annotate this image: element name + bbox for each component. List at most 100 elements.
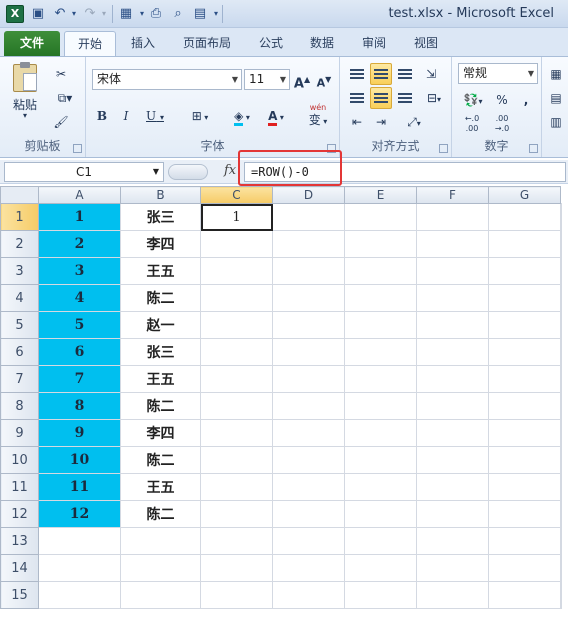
row-header[interactable]: 7 bbox=[0, 365, 39, 393]
cell-e[interactable] bbox=[344, 338, 417, 366]
increase-font-button[interactable]: A▲ bbox=[292, 69, 312, 91]
align-right-button[interactable] bbox=[394, 87, 416, 109]
cell-g[interactable] bbox=[488, 419, 561, 447]
font-color-button[interactable]: A ▾ bbox=[260, 105, 292, 127]
cell-e[interactable] bbox=[344, 311, 417, 339]
cell-e[interactable] bbox=[344, 500, 417, 528]
cell-b[interactable]: 陈二 bbox=[120, 446, 201, 474]
cell-d[interactable] bbox=[272, 203, 345, 231]
cell-e[interactable] bbox=[344, 446, 417, 474]
decrease-indent-button[interactable]: ⇤ bbox=[346, 111, 368, 133]
cell-a[interactable]: 10 bbox=[38, 446, 121, 474]
tab-data[interactable]: 数据 bbox=[305, 31, 339, 56]
cell-g[interactable] bbox=[488, 581, 561, 609]
cell-a[interactable]: 1 bbox=[38, 203, 121, 231]
cell-a[interactable]: 8 bbox=[38, 392, 121, 420]
cell-b[interactable]: 张三 bbox=[120, 203, 201, 231]
alignment-launcher-icon[interactable] bbox=[439, 144, 448, 153]
cell-b[interactable]: 李四 bbox=[120, 419, 201, 447]
cell-f[interactable] bbox=[416, 365, 489, 393]
align-bottom-button[interactable] bbox=[394, 63, 416, 85]
cell-f[interactable] bbox=[416, 311, 489, 339]
cell-g[interactable] bbox=[488, 203, 561, 231]
cell-e[interactable] bbox=[344, 554, 417, 582]
column-header-f[interactable]: F bbox=[416, 186, 489, 204]
cell-a[interactable] bbox=[38, 527, 121, 555]
cell-b[interactable]: 李四 bbox=[120, 230, 201, 258]
print-preview-icon[interactable]: ⎙ bbox=[148, 5, 164, 23]
formula-bar-splitter[interactable] bbox=[168, 164, 208, 180]
percent-button[interactable]: % bbox=[492, 89, 512, 111]
cell-b[interactable]: 陈二 bbox=[120, 392, 201, 420]
paste-button[interactable]: 粘贴 ▾ bbox=[6, 61, 44, 121]
align-middle-button[interactable] bbox=[370, 63, 392, 85]
cell-c[interactable] bbox=[200, 311, 273, 339]
cell-h[interactable] bbox=[560, 446, 562, 474]
phonetic-button[interactable]: wén 变 ▾ bbox=[300, 101, 336, 129]
tab-page-layout[interactable]: 页面布局 bbox=[178, 31, 236, 56]
cell-c[interactable] bbox=[200, 581, 273, 609]
cell-f[interactable] bbox=[416, 338, 489, 366]
row-header[interactable]: 10 bbox=[0, 446, 39, 474]
cell-e[interactable] bbox=[344, 419, 417, 447]
cell-a[interactable] bbox=[38, 581, 121, 609]
row-header[interactable]: 13 bbox=[0, 527, 39, 555]
row-header[interactable]: 9 bbox=[0, 419, 39, 447]
cell-h[interactable] bbox=[560, 284, 562, 312]
format-painter-button[interactable]: 🖌 bbox=[50, 111, 72, 133]
cell-d[interactable] bbox=[272, 257, 345, 285]
cell-b[interactable] bbox=[120, 527, 201, 555]
align-center-button[interactable] bbox=[370, 87, 392, 109]
cell-g[interactable] bbox=[488, 392, 561, 420]
cell-d[interactable] bbox=[272, 365, 345, 393]
cell-h[interactable] bbox=[560, 581, 562, 609]
cell-c[interactable] bbox=[200, 419, 273, 447]
merge-center-button[interactable]: ⊟▾ bbox=[420, 87, 448, 109]
formula-input[interactable]: =ROW()-0 bbox=[244, 162, 566, 182]
format-as-table-button[interactable]: ▤ bbox=[546, 87, 566, 109]
cell-e[interactable] bbox=[344, 527, 417, 555]
tab-formulas[interactable]: 公式 bbox=[254, 31, 288, 56]
cell-f[interactable] bbox=[416, 203, 489, 231]
cell-c[interactable] bbox=[200, 257, 273, 285]
font-name-combo[interactable]: 宋体 ▼ bbox=[92, 69, 242, 90]
cell-a[interactable]: 2 bbox=[38, 230, 121, 258]
cell-b[interactable]: 陈二 bbox=[120, 284, 201, 312]
accounting-format-button[interactable]: 💱▾ bbox=[458, 89, 488, 111]
cell-g[interactable] bbox=[488, 500, 561, 528]
cell-e[interactable] bbox=[344, 284, 417, 312]
cell-h[interactable] bbox=[560, 230, 562, 258]
cell-d[interactable] bbox=[272, 500, 345, 528]
tab-review[interactable]: 审阅 bbox=[357, 31, 391, 56]
increase-indent-button[interactable]: ⇥ bbox=[370, 111, 392, 133]
cell-a[interactable]: 5 bbox=[38, 311, 121, 339]
row-header[interactable]: 15 bbox=[0, 581, 39, 609]
cell-a[interactable]: 11 bbox=[38, 473, 121, 501]
row-header[interactable]: 6 bbox=[0, 338, 39, 366]
increase-decimal-button[interactable]: ←.0 .00 bbox=[458, 113, 486, 135]
cell-b[interactable]: 赵一 bbox=[120, 311, 201, 339]
cell-e[interactable] bbox=[344, 365, 417, 393]
cell-b[interactable]: 陈二 bbox=[120, 500, 201, 528]
clipboard-launcher-icon[interactable] bbox=[73, 144, 82, 153]
row-header[interactable]: 12 bbox=[0, 500, 39, 528]
cell-a[interactable]: 6 bbox=[38, 338, 121, 366]
cell-d[interactable] bbox=[272, 338, 345, 366]
cell-h[interactable] bbox=[560, 338, 562, 366]
comma-button[interactable]: , bbox=[516, 89, 536, 111]
column-header-g[interactable]: G bbox=[488, 186, 561, 204]
cell-c[interactable] bbox=[200, 338, 273, 366]
cell-g[interactable] bbox=[488, 446, 561, 474]
cell-h[interactable] bbox=[560, 473, 562, 501]
tab-file[interactable]: 文件 bbox=[4, 31, 60, 56]
table-format-icon[interactable]: ▦ bbox=[118, 5, 134, 23]
redo-dropdown-icon[interactable]: ▾ bbox=[96, 5, 112, 23]
cell-d[interactable] bbox=[272, 230, 345, 258]
cell-h[interactable] bbox=[560, 527, 562, 555]
conditional-format-button[interactable]: ▦ bbox=[546, 63, 566, 85]
worksheet-grid[interactable]: A B C D E F G 1 1 张三 1 2 2 李四 3 3 王五 4 4 陈二 5 5 赵一 6 6 张三 7… bbox=[0, 186, 568, 620]
excel-logo-icon[interactable]: X bbox=[6, 5, 24, 23]
cell-f[interactable] bbox=[416, 392, 489, 420]
cell-h[interactable] bbox=[560, 554, 562, 582]
orientation-button[interactable]: ⤢▾ bbox=[398, 111, 430, 133]
